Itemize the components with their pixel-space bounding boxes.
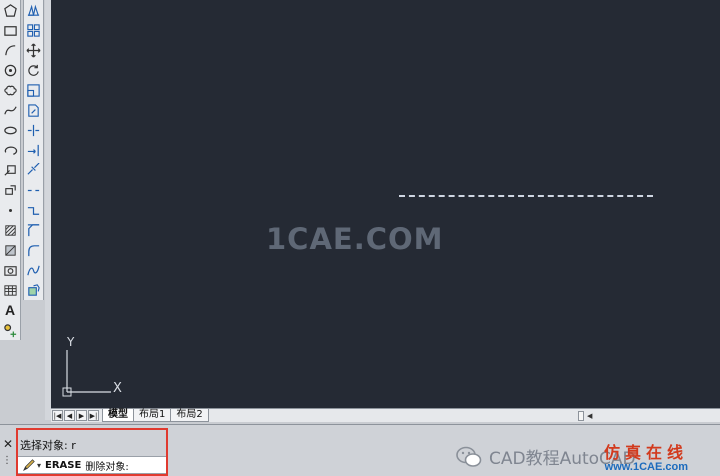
point-icon[interactable] — [1, 201, 19, 219]
polygon-icon[interactable] — [1, 1, 19, 19]
join-icon[interactable] — [25, 201, 43, 219]
table-icon[interactable] — [1, 281, 19, 299]
close-icon[interactable]: ✕ — [3, 437, 13, 451]
mirror-icon[interactable] — [25, 1, 43, 19]
make-block-icon[interactable] — [1, 181, 19, 199]
site-logo: 仿真在线 www.1CAE.com — [604, 439, 688, 473]
insert-block-icon[interactable] — [1, 161, 19, 179]
add-selected-icon[interactable] — [1, 321, 19, 339]
autocad-window: A 1CAE.COM Y X |◀ ◀ ▶ ▶| 模型 布局1 布局2 ◀ ✕ … — [0, 0, 720, 476]
ellipse-icon[interactable] — [1, 121, 19, 139]
stretch-icon[interactable] — [25, 101, 43, 119]
chamfer-icon[interactable] — [25, 221, 43, 239]
drawing-canvas[interactable]: 1CAE.COM Y X — [51, 0, 720, 408]
scrollbar-thumb[interactable] — [578, 410, 584, 421]
extend-icon[interactable] — [25, 141, 43, 159]
ucs-x-label: X — [113, 381, 122, 396]
gradient-icon[interactable] — [1, 241, 19, 259]
ellipse-arc-icon[interactable] — [1, 141, 19, 159]
arc-icon[interactable] — [1, 41, 19, 59]
tab-nav-prev-button[interactable]: ◀ — [64, 410, 75, 421]
tab-layout2[interactable]: 布局2 — [170, 409, 209, 422]
break-at-point-icon[interactable] — [25, 161, 43, 179]
wechat-icon — [456, 446, 482, 467]
draw-toolbar: A — [0, 0, 21, 340]
modify-toolbar — [23, 0, 44, 300]
tab-nav-next-button[interactable]: ▶ — [76, 410, 87, 421]
revision-cloud-icon[interactable] — [1, 81, 19, 99]
watermark-text: 1CAE.COM — [266, 222, 444, 256]
array-icon[interactable] — [25, 21, 43, 39]
rectangle-icon[interactable] — [1, 21, 19, 39]
ucs-icon: Y X — [62, 335, 122, 397]
horizontal-scrollbar[interactable]: ◀ — [578, 410, 718, 421]
explode-icon[interactable] — [25, 281, 43, 299]
tab-nav-last-button[interactable]: ▶| — [88, 410, 99, 421]
circle-icon[interactable] — [1, 61, 19, 79]
tab-nav-first-button[interactable]: |◀ — [52, 410, 63, 421]
rotate-icon[interactable] — [25, 61, 43, 79]
site-name-cn: 仿真在线 — [604, 443, 689, 462]
dashed-line-entity[interactable] — [399, 195, 653, 197]
text-tool-label: A — [4, 302, 16, 318]
region-icon[interactable] — [1, 261, 19, 279]
hatch-icon[interactable] — [1, 221, 19, 239]
annotation-highlight-box — [16, 428, 168, 476]
trim-icon[interactable] — [25, 121, 43, 139]
move-icon[interactable] — [25, 41, 43, 59]
spline-icon[interactable] — [1, 101, 19, 119]
blend-curves-icon[interactable] — [25, 261, 43, 279]
site-url: www.1CAE.com — [604, 461, 689, 473]
command-grip-icon[interactable]: ⋮ — [2, 455, 12, 466]
multiline-text-icon[interactable]: A — [1, 301, 19, 319]
scale-icon[interactable] — [25, 81, 43, 99]
tab-model[interactable]: 模型 — [102, 409, 134, 422]
layout-tab-bar: |◀ ◀ ▶ ▶| 模型 布局1 布局2 ◀ — [51, 408, 720, 422]
tab-layout1[interactable]: 布局1 — [133, 409, 172, 422]
fillet-icon[interactable] — [25, 241, 43, 259]
ucs-y-label: Y — [66, 335, 75, 349]
scroll-left-arrow-icon[interactable]: ◀ — [587, 412, 592, 420]
break-icon[interactable] — [25, 181, 43, 199]
